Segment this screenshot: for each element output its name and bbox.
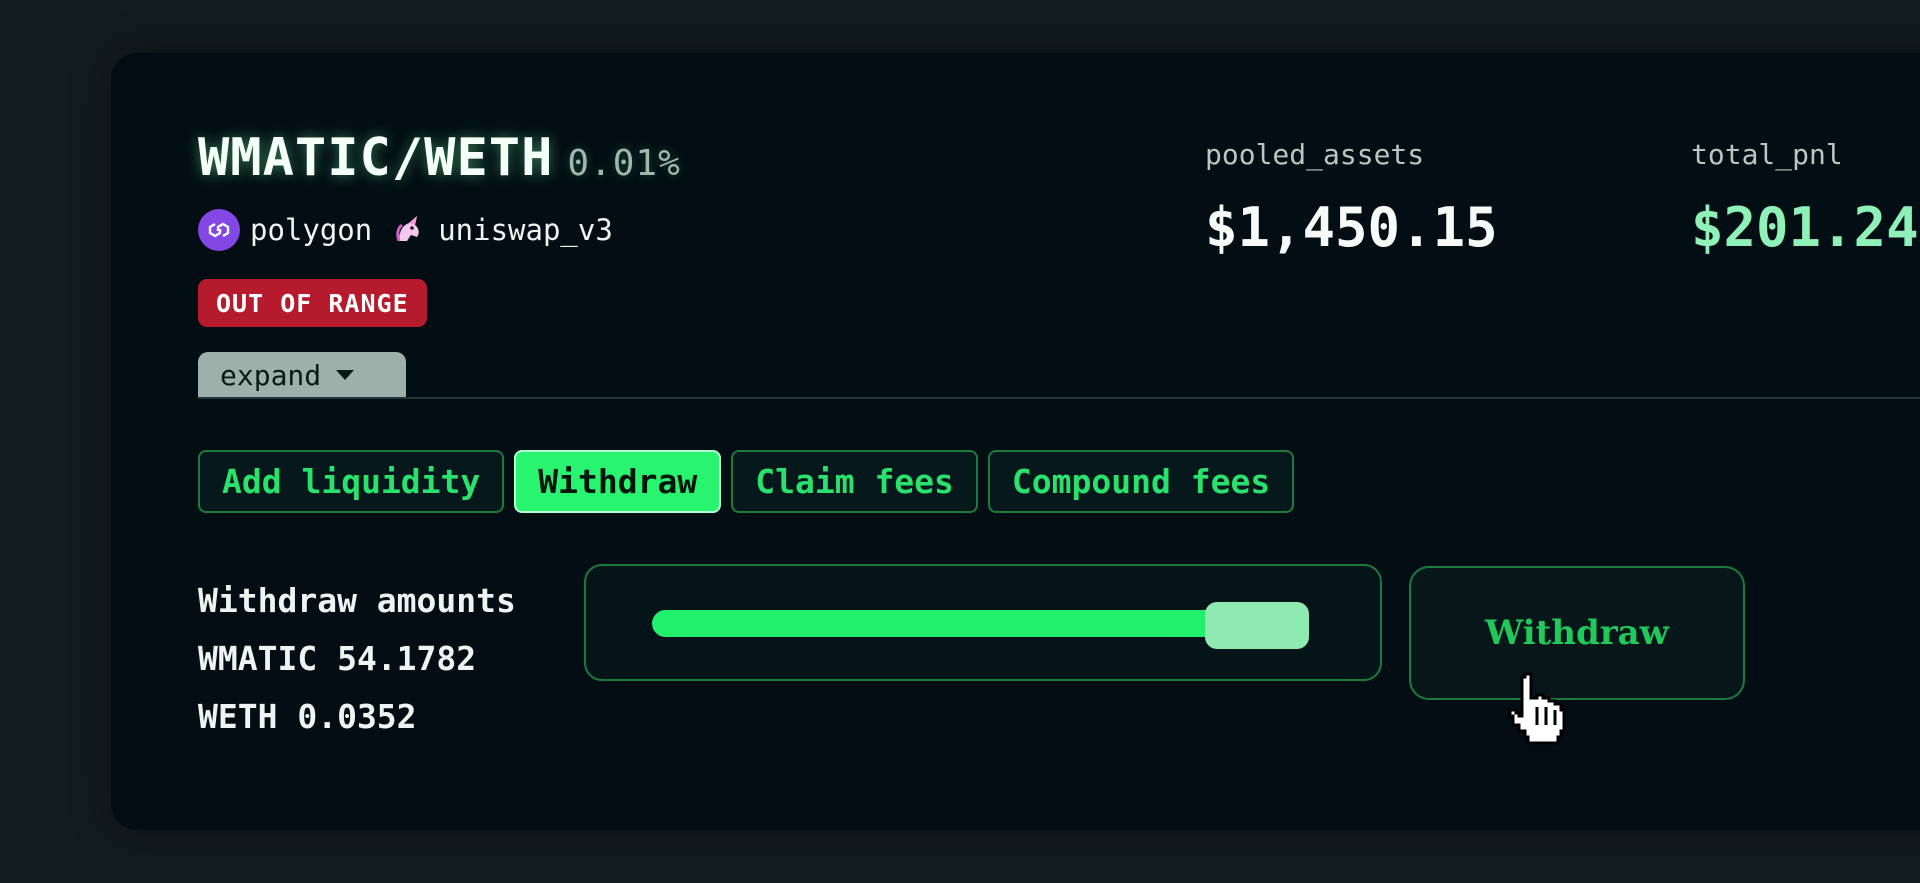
status-badge: OUT OF RANGE bbox=[198, 279, 427, 327]
pair-title: WMATIC/WETH 0.01% bbox=[198, 128, 681, 188]
divider bbox=[198, 397, 1920, 399]
pair-name: WMATIC/WETH bbox=[198, 128, 554, 188]
polygon-icon bbox=[198, 209, 240, 251]
pooled-assets-value: $1,450.15 bbox=[1205, 196, 1498, 259]
tab-claim-fees[interactable]: Claim fees bbox=[731, 450, 978, 513]
expand-toggle[interactable]: expand bbox=[198, 352, 406, 398]
withdraw-amounts-heading: Withdraw amounts bbox=[198, 581, 516, 620]
expand-label: expand bbox=[220, 358, 322, 392]
tab-withdraw[interactable]: Withdraw bbox=[514, 450, 722, 513]
total-pnl-label: total_pnl bbox=[1691, 138, 1843, 171]
withdraw-button[interactable]: Withdraw bbox=[1409, 566, 1745, 700]
position-meta: polygon uniswap_v3 bbox=[198, 208, 613, 252]
caret-down-icon bbox=[336, 370, 355, 380]
withdraw-amounts: Withdraw amounts WMATIC 54.1782 WETH 0.0… bbox=[198, 572, 516, 746]
slider-thumb[interactable] bbox=[1205, 602, 1310, 649]
chain-name: polygon bbox=[250, 213, 373, 247]
fee-tier: 0.01% bbox=[567, 143, 681, 184]
pooled-assets-label: pooled_assets bbox=[1205, 138, 1425, 171]
token0-amount: WMATIC 54.1782 bbox=[198, 639, 477, 678]
hand-pointer-icon bbox=[1508, 672, 1566, 745]
unicorn-icon bbox=[390, 212, 426, 248]
action-tabs: Add liquidity Withdraw Claim fees Compou… bbox=[198, 450, 1295, 513]
withdraw-slider-box bbox=[584, 564, 1382, 681]
dex-name: uniswap_v3 bbox=[438, 213, 613, 247]
tab-compound-fees[interactable]: Compound fees bbox=[987, 450, 1295, 513]
token1-amount: WETH 0.0352 bbox=[198, 697, 417, 736]
tab-add-liquidity[interactable]: Add liquidity bbox=[198, 450, 505, 513]
slider-fill bbox=[652, 610, 1248, 637]
total-pnl-value: $201.24 bbox=[1691, 196, 1919, 259]
